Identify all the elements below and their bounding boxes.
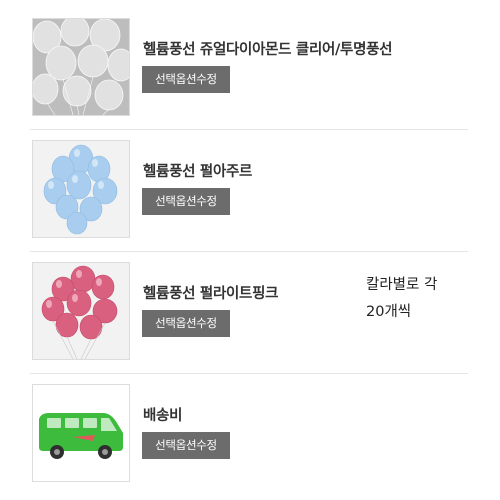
quantity-note: 칼라별로 각 20개씩	[366, 272, 437, 326]
product-name[interactable]: 헬륨풍선 쥬얼다이아몬드 클리어/투명풍선	[143, 38, 393, 59]
edit-option-button[interactable]: 선택옵션수정	[142, 310, 230, 337]
edit-option-button[interactable]: 선택옵션수정	[142, 66, 230, 93]
pink-balloons-photo[interactable]	[32, 262, 130, 360]
clear-balloons-photo[interactable]	[32, 18, 130, 116]
edit-option-button[interactable]: 선택옵션수정	[142, 188, 230, 215]
cart-item: 배송비 선택옵션수정	[30, 374, 468, 495]
note-line: 20개씩	[366, 304, 412, 320]
cart-item: 헬륨풍선 펄아주르 선택옵션수정	[30, 130, 468, 252]
delivery-van-icon[interactable]	[32, 384, 130, 482]
edit-option-button[interactable]: 선택옵션수정	[142, 432, 230, 459]
product-name[interactable]: 배송비	[143, 404, 182, 425]
note-line: 칼라별로 각	[366, 277, 438, 293]
product-name[interactable]: 헬륨풍선 펄라이트핑크	[143, 282, 278, 303]
product-name[interactable]: 헬륨풍선 펄아주르	[143, 160, 252, 181]
blue-balloons-photo[interactable]	[32, 140, 130, 238]
cart-item-list: 헬륨풍선 쥬얼다이아몬드 클리어/투명풍선 선택옵션수정 헬륨풍선 펄아주르 선…	[30, 8, 468, 495]
cart-item: 헬륨풍선 쥬얼다이아몬드 클리어/투명풍선 선택옵션수정	[30, 8, 468, 130]
